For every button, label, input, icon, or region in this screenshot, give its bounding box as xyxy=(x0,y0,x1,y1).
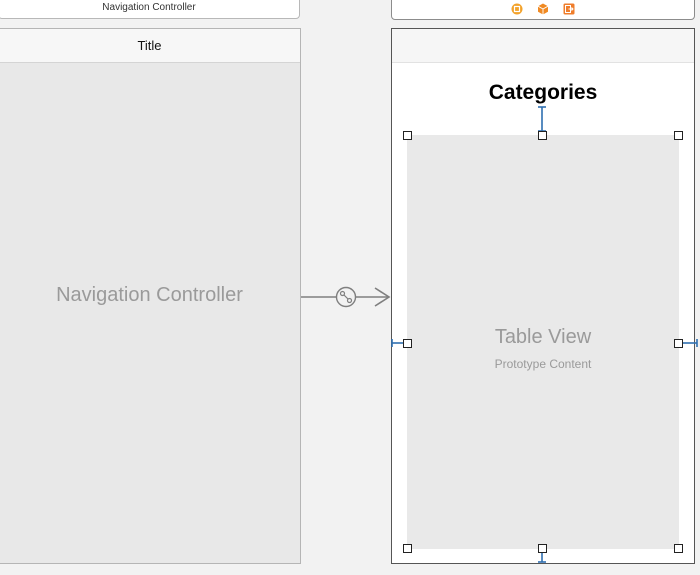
prototype-content-label: Prototype Content xyxy=(494,357,592,371)
table-view-controller-scene-dock[interactable] xyxy=(391,0,695,20)
scene-dock-icons xyxy=(392,3,694,15)
view-controller-icon[interactable] xyxy=(511,3,523,15)
exit-icon[interactable] xyxy=(563,3,575,15)
table-view-controller-scene[interactable]: Categories Table View Prototype Content xyxy=(391,28,695,564)
scene-header-label: Navigation Controller xyxy=(102,2,196,13)
navigation-controller-scene-header[interactable]: Navigation Controller xyxy=(0,0,300,19)
status-bar-area xyxy=(392,29,694,63)
navigation-bar-title: Title xyxy=(137,38,162,53)
resize-handle-middle-left[interactable] xyxy=(403,339,412,348)
table-view[interactable]: Table View Prototype Content xyxy=(407,135,679,549)
navigation-bar[interactable]: Title xyxy=(0,29,300,63)
relationship-segue[interactable] xyxy=(301,282,393,312)
resize-handle-middle-right[interactable] xyxy=(674,339,683,348)
relationship-segue-icon[interactable] xyxy=(335,286,357,308)
resize-handle-bottom-right[interactable] xyxy=(674,544,683,553)
resize-handle-top-left[interactable] xyxy=(403,131,412,140)
navigation-controller-label: Navigation Controller xyxy=(56,284,243,306)
categories-title-label[interactable]: Categories xyxy=(392,81,694,105)
resize-handle-bottom-center[interactable] xyxy=(538,544,547,553)
table-view-label: Table View xyxy=(494,326,592,348)
resize-handle-top-center[interactable] xyxy=(538,131,547,140)
resize-handle-top-right[interactable] xyxy=(674,131,683,140)
navigation-controller-scene[interactable]: Title Navigation Controller xyxy=(0,28,301,564)
first-responder-icon[interactable] xyxy=(537,3,549,15)
resize-handle-bottom-left[interactable] xyxy=(403,544,412,553)
